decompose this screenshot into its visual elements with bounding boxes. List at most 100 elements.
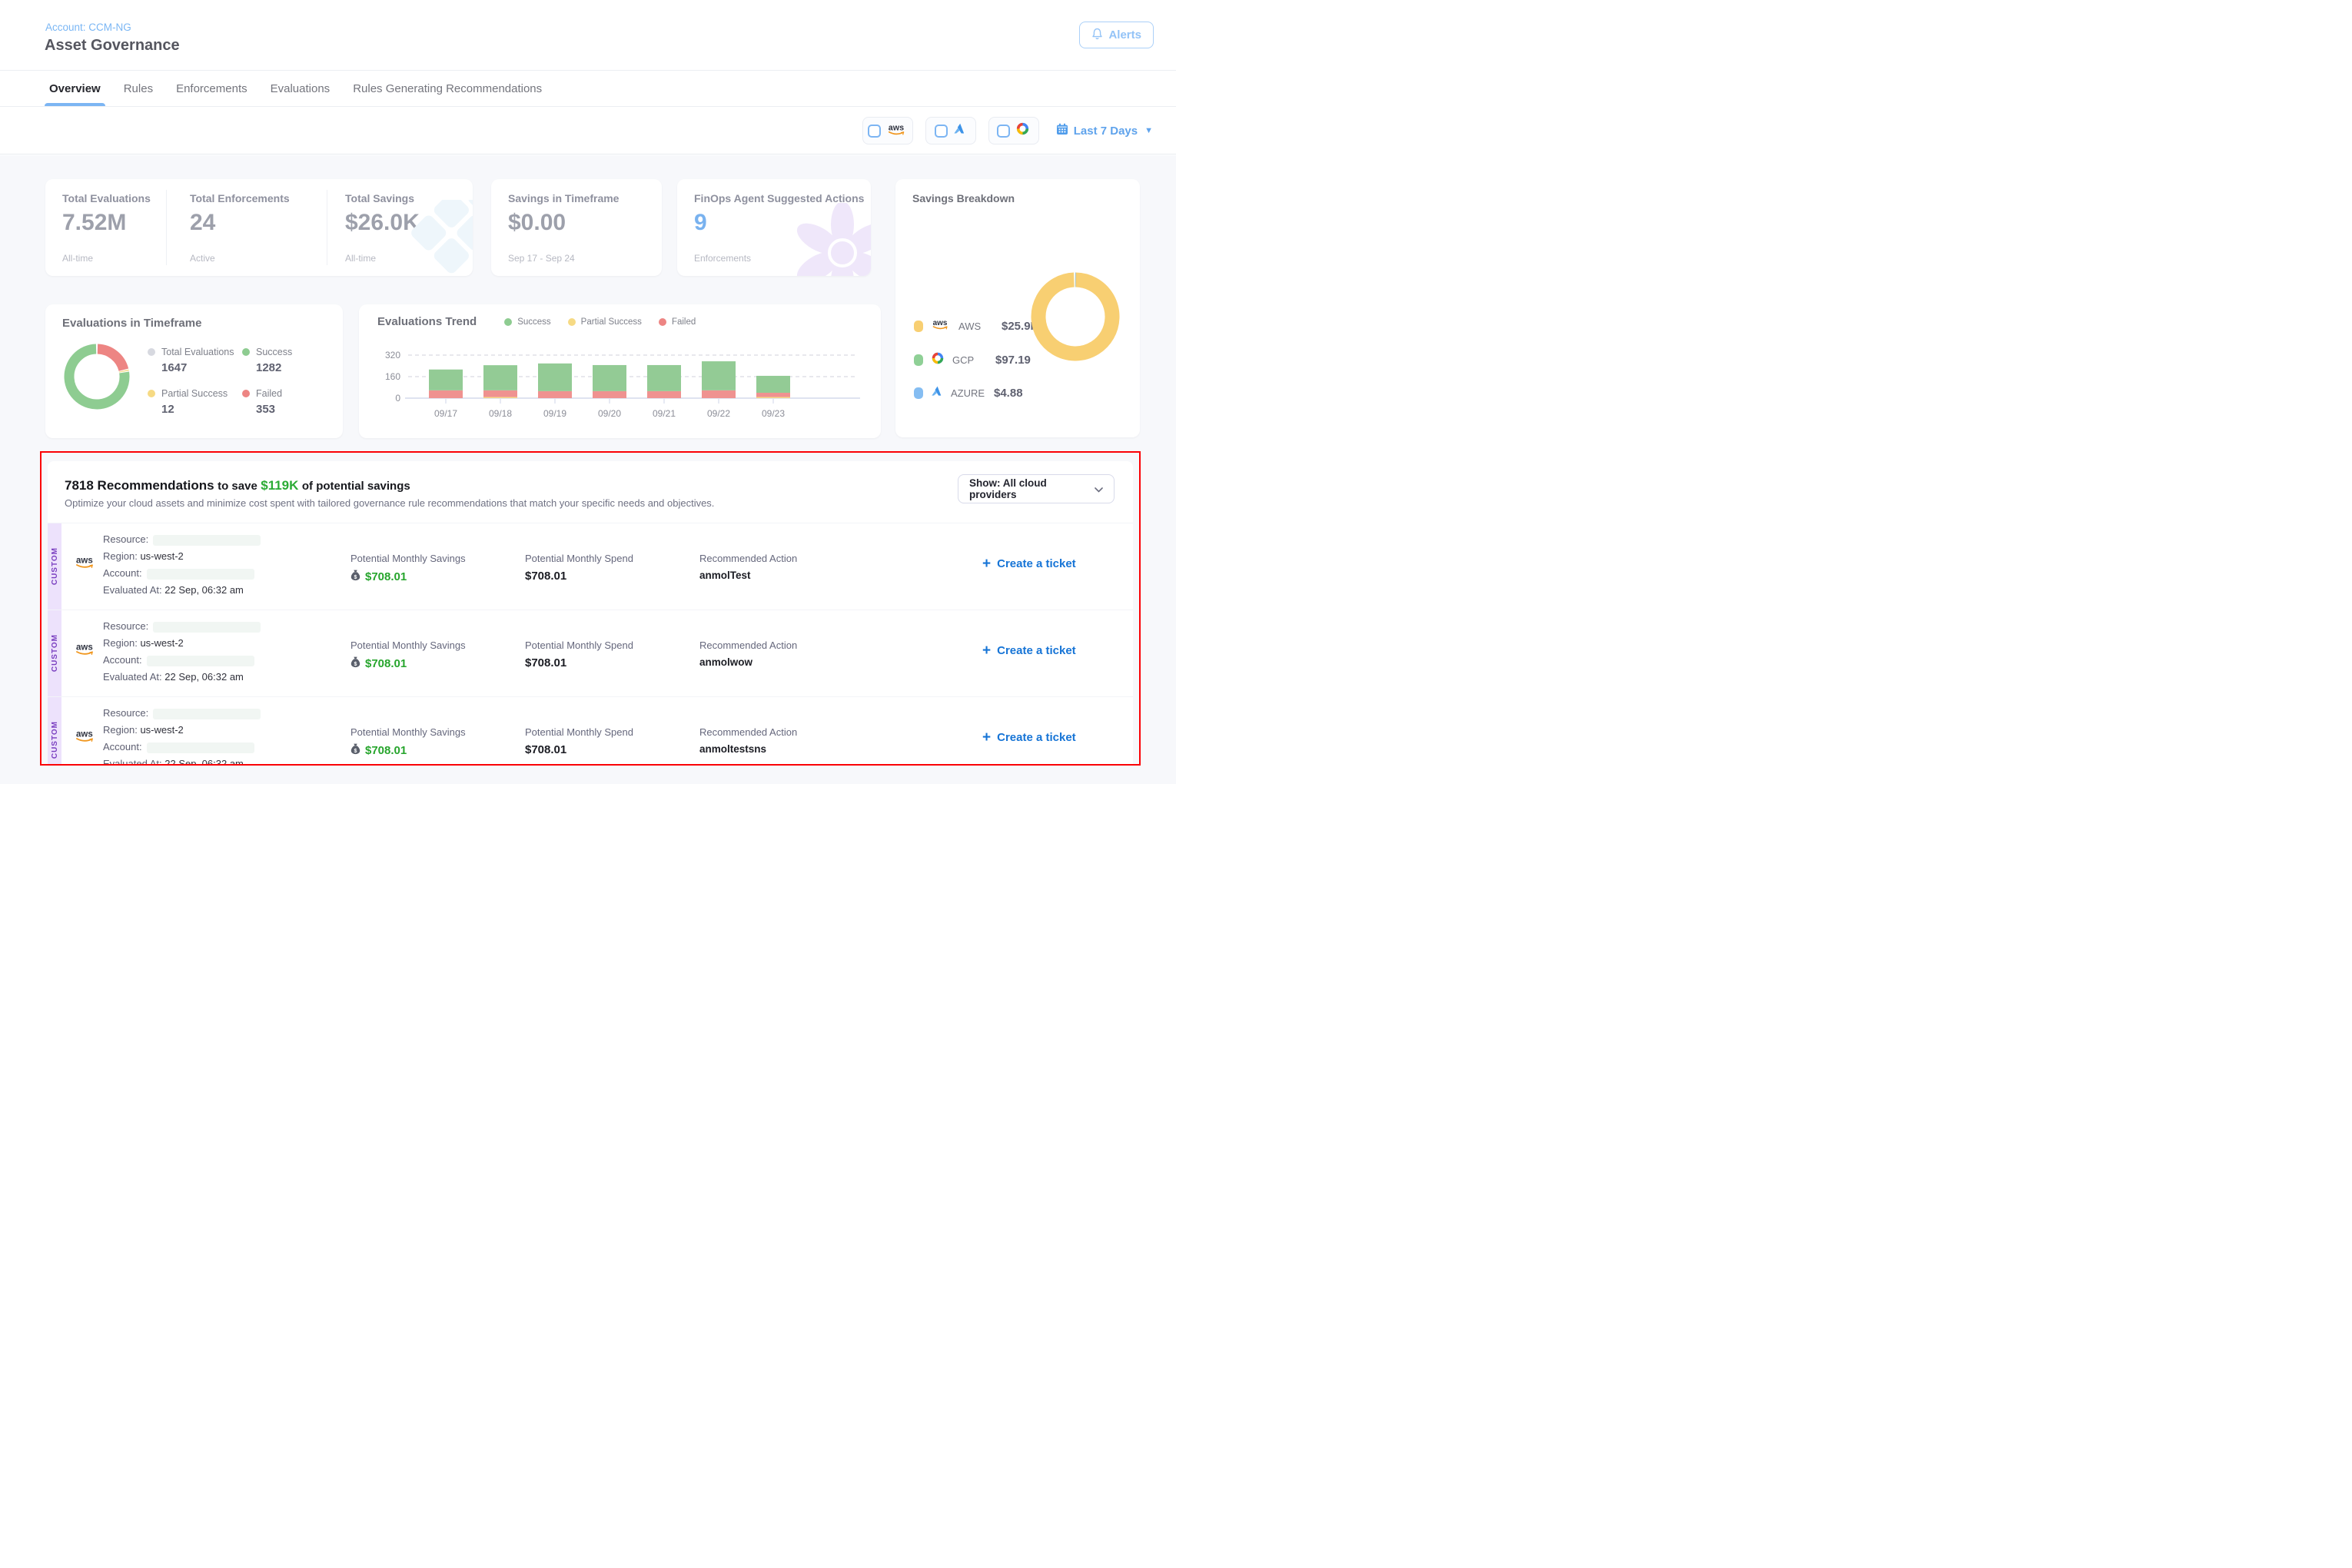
- total-enforcements-label: Total Enforcements: [190, 192, 290, 204]
- evaluated-value: 22 Sep, 06:32 am: [164, 671, 244, 683]
- breakdown-legend-aws: aws AWS $25.9K: [914, 317, 1038, 334]
- plus-icon: +: [982, 558, 991, 570]
- header: Account: CCM-NG Asset Governance Alerts: [0, 0, 1176, 71]
- annotation-red-box: 7818 Recommendations to save $119K of po…: [40, 451, 1141, 766]
- svg-text:aws: aws: [889, 123, 904, 132]
- aws-logo-icon: aws: [74, 554, 97, 573]
- recommended-action-value: anmoltestsns: [699, 743, 766, 755]
- recommendation-row: CUSTOM aws Resource: Region: us-west-2 A…: [48, 610, 1133, 696]
- total-savings-value: $26.0K: [345, 210, 420, 236]
- page-title: Asset Governance: [45, 37, 180, 55]
- legend-total-evaluations: Total Evaluations 1647: [148, 347, 242, 374]
- aws-logo-icon: aws: [931, 317, 951, 334]
- legend-partial-success: Partial Success: [568, 317, 642, 327]
- svg-text:aws: aws: [76, 556, 93, 566]
- create-ticket-button[interactable]: +Create a ticket: [982, 557, 1076, 570]
- caret-down-icon: ▼: [1144, 126, 1153, 135]
- cloud-provider-filter-dropdown[interactable]: Show: All cloud providers: [958, 474, 1115, 503]
- aws-checkbox[interactable]: [868, 125, 881, 138]
- evaluations-timeframe-card: Evaluations in Timeframe Total Evaluatio…: [45, 304, 343, 438]
- azure-savings-value: $4.88: [994, 387, 1023, 400]
- legend-failed: Failed: [659, 317, 696, 327]
- spend-column-label: Potential Monthly Spend: [525, 553, 633, 564]
- svg-text:09/20: 09/20: [598, 408, 621, 419]
- flower-watermark: [792, 203, 871, 276]
- provider-filter-azure[interactable]: [925, 117, 976, 145]
- svg-text:320: 320: [385, 350, 400, 360]
- tab-rules[interactable]: Rules: [124, 71, 153, 106]
- custom-tag: CUSTOM: [48, 610, 61, 696]
- legend-success: Success: [504, 317, 550, 327]
- evaluations-trend-legend: Success Partial Success Failed: [504, 317, 696, 327]
- create-ticket-button[interactable]: +Create a ticket: [982, 644, 1076, 657]
- gcp-swatch: [914, 354, 923, 366]
- account-breadcrumb[interactable]: Account: CCM-NG: [45, 22, 131, 33]
- recommendation-row: CUSTOM aws Resource: Region: us-west-2 A…: [48, 696, 1133, 764]
- gcp-logo-icon: [931, 351, 945, 369]
- bell-icon: [1091, 28, 1103, 43]
- tab-evaluations[interactable]: Evaluations: [271, 71, 331, 106]
- monthly-spend-value: $708.01: [525, 656, 566, 669]
- azure-logo-icon: [931, 385, 943, 401]
- provider-filter-gcp[interactable]: [988, 117, 1039, 145]
- savings-breakdown-title: Savings Breakdown: [912, 192, 1015, 204]
- money-bag-icon: $: [350, 743, 360, 758]
- date-range-picker[interactable]: Last 7 Days ▼: [1056, 123, 1153, 138]
- monthly-spend-value: $708.01: [525, 743, 566, 756]
- finops-actions-label: FinOps Agent Suggested Actions: [694, 192, 864, 204]
- recommended-action-value: anmolwow: [699, 656, 752, 668]
- redacted-resource: [153, 535, 261, 546]
- monthly-savings-value: $ $708.01: [350, 656, 407, 671]
- resource-details: Resource: Region: us-west-2 Account: Eva…: [103, 618, 261, 686]
- custom-tag: CUSTOM: [48, 523, 61, 610]
- tab-rules-generating-recommendations[interactable]: Rules Generating Recommendations: [353, 71, 542, 106]
- plus-icon: +: [982, 732, 991, 743]
- tab-overview[interactable]: Overview: [49, 71, 101, 106]
- azure-checkbox[interactable]: [935, 125, 948, 138]
- dropdown-label: Show: All cloud providers: [969, 477, 1095, 500]
- recommendations-list: CUSTOM aws Resource: Region: us-west-2 A…: [48, 523, 1133, 764]
- total-evaluations-label: Total Evaluations: [62, 192, 151, 204]
- finops-actions-sub: Enforcements: [694, 253, 751, 264]
- finops-actions-value: 9: [694, 210, 707, 236]
- svg-text:$: $: [354, 575, 357, 580]
- calendar-icon: [1056, 123, 1068, 138]
- azure-logo-icon: [953, 122, 966, 139]
- breakdown-legend-azure: AZURE $4.88: [914, 385, 1023, 401]
- resource-details: Resource: Region: us-west-2 Account: Eva…: [103, 705, 261, 764]
- spend-column-label: Potential Monthly Spend: [525, 639, 633, 651]
- legend-failed: Failed 353: [242, 388, 327, 416]
- action-column-label: Recommended Action: [699, 726, 797, 738]
- action-column-label: Recommended Action: [699, 553, 797, 564]
- breakdown-legend-gcp: GCP $97.19: [914, 351, 1031, 369]
- recommendations-card: 7818 Recommendations to save $119K of po…: [48, 461, 1133, 764]
- recommended-action-value: anmolTest: [699, 570, 751, 581]
- create-ticket-button[interactable]: +Create a ticket: [982, 731, 1076, 744]
- svg-text:09/19: 09/19: [543, 408, 566, 419]
- potential-savings-amount: $119K: [261, 478, 298, 493]
- redacted-account: [147, 656, 254, 666]
- evaluations-trend-chart: 016032009/1709/1809/1909/2009/2109/2209/…: [377, 338, 862, 432]
- total-evaluations-value: 7.52M: [62, 210, 126, 236]
- svg-text:09/17: 09/17: [434, 408, 457, 419]
- alerts-button[interactable]: Alerts: [1079, 22, 1154, 48]
- evaluations-timeframe-legend: Total Evaluations 1647 Success 1282 Part…: [148, 347, 327, 416]
- provider-filter-aws[interactable]: aws: [862, 117, 913, 145]
- svg-text:09/18: 09/18: [489, 408, 512, 419]
- savings-timeframe-label: Savings in Timeframe: [508, 192, 619, 204]
- gcp-label: GCP: [952, 354, 988, 366]
- aws-label: AWS: [958, 321, 994, 332]
- monthly-savings-value: $ $708.01: [350, 743, 407, 758]
- svg-text:aws: aws: [76, 730, 93, 739]
- region-value: us-west-2: [140, 724, 183, 736]
- gcp-checkbox[interactable]: [997, 125, 1010, 138]
- savings-timeframe-sub: Sep 17 - Sep 24: [508, 253, 575, 264]
- monthly-spend-value: $708.01: [525, 570, 566, 583]
- svg-text:$: $: [354, 749, 357, 754]
- azure-label: AZURE: [951, 387, 986, 399]
- aws-logo-icon: aws: [886, 122, 908, 140]
- total-evaluations-sub: All-time: [62, 253, 93, 264]
- alerts-button-label: Alerts: [1108, 28, 1141, 42]
- dashboard-content: Total Evaluations 7.52M All-time Total E…: [0, 155, 1176, 784]
- tab-enforcements[interactable]: Enforcements: [176, 71, 247, 106]
